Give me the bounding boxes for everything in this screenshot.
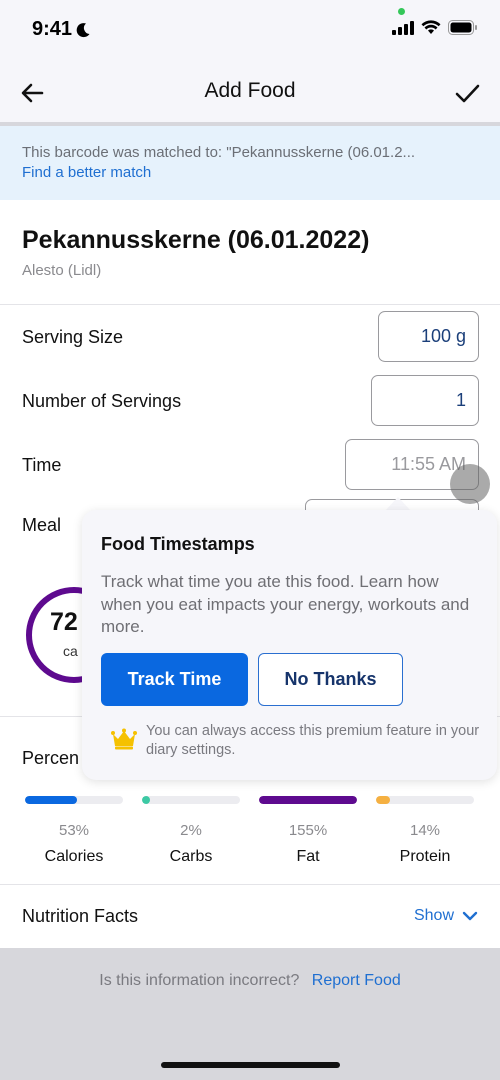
nutrition-facts-show-button[interactable]: Show bbox=[414, 907, 478, 925]
macro-fill bbox=[259, 796, 357, 804]
report-food-link[interactable]: Report Food bbox=[312, 972, 401, 989]
macro-name: Fat bbox=[296, 848, 320, 865]
macro-track bbox=[25, 796, 123, 804]
checkmark-icon bbox=[455, 84, 480, 103]
popover-title: Food Timestamps bbox=[101, 534, 255, 554]
macro-name: Protein bbox=[399, 848, 451, 865]
macro-percent: 14% bbox=[409, 822, 441, 839]
number-of-servings-field[interactable]: 1 bbox=[371, 375, 479, 426]
wifi-icon bbox=[421, 20, 441, 34]
number-of-servings-label: Number of Servings bbox=[22, 391, 182, 411]
serving-size-label: Serving Size bbox=[22, 327, 124, 347]
footer: Is this information incorrect? Report Fo… bbox=[0, 948, 500, 1080]
chevron-down-icon bbox=[462, 911, 478, 921]
status-icons bbox=[392, 20, 478, 35]
home-indicator[interactable] bbox=[161, 1062, 340, 1068]
status-time-text: 9:41 bbox=[32, 18, 73, 40]
divider bbox=[0, 304, 500, 305]
macro-fill bbox=[376, 796, 390, 804]
macro-fill bbox=[142, 796, 150, 804]
track-time-button[interactable]: Track Time bbox=[101, 653, 248, 706]
crown-icon bbox=[111, 728, 137, 750]
divider bbox=[0, 884, 500, 885]
barcode-match-text: This barcode was matched to: "Pekannussk… bbox=[22, 144, 416, 161]
macro-track bbox=[376, 796, 474, 804]
nav-bar: Add Food bbox=[0, 62, 500, 122]
food-timestamps-popover: Food Timestamps Track what time you ate … bbox=[82, 510, 497, 780]
barcode-match-banner: This barcode was matched to: "Pekannussk… bbox=[0, 126, 500, 200]
premium-note: You can always access this premium featu… bbox=[146, 723, 480, 758]
report-row: Is this information incorrect? Report Fo… bbox=[0, 972, 500, 990]
percent-of-goals-label: Percen bbox=[22, 748, 80, 768]
macro-name: Carbs bbox=[169, 848, 213, 865]
meal-label: Meal bbox=[22, 515, 62, 535]
page-title: Add Food bbox=[204, 79, 296, 102]
find-better-match-link[interactable]: Find a better match bbox=[22, 164, 151, 181]
popover-arrow bbox=[385, 497, 411, 511]
food-brand: Alesto (Lidl) bbox=[22, 262, 102, 279]
moon-icon bbox=[76, 22, 90, 37]
touch-indicator bbox=[450, 464, 490, 504]
privacy-indicator-dot bbox=[398, 8, 405, 15]
no-thanks-button[interactable]: No Thanks bbox=[258, 653, 403, 706]
report-question: Is this information incorrect? bbox=[99, 972, 300, 989]
calories-value: 72 bbox=[50, 608, 78, 636]
show-label: Show bbox=[413, 907, 454, 924]
popover-body: Track what time you ate this food. Learn… bbox=[101, 572, 470, 636]
macro-track bbox=[259, 796, 357, 804]
status-bar: 9:41 bbox=[0, 0, 500, 62]
macro-percent: 53% bbox=[58, 822, 90, 839]
confirm-button[interactable] bbox=[452, 78, 482, 108]
macro-percent: 2% bbox=[180, 822, 202, 839]
food-name: Pekannusskerne (06.01.2022) bbox=[22, 226, 370, 254]
status-time: 9:41 bbox=[32, 18, 91, 41]
battery-icon bbox=[448, 20, 477, 35]
calories-unit: ca bbox=[63, 643, 78, 659]
nutrition-facts-label: Nutrition Facts bbox=[22, 906, 139, 926]
macro-fill bbox=[25, 796, 77, 804]
serving-size-field[interactable]: 100 g bbox=[378, 311, 479, 362]
macro-percent: 155% bbox=[288, 822, 328, 839]
macro-track bbox=[142, 796, 240, 804]
macro-name: Calories bbox=[44, 848, 104, 865]
time-label: Time bbox=[22, 455, 62, 475]
cellular-signal-icon bbox=[392, 20, 414, 35]
